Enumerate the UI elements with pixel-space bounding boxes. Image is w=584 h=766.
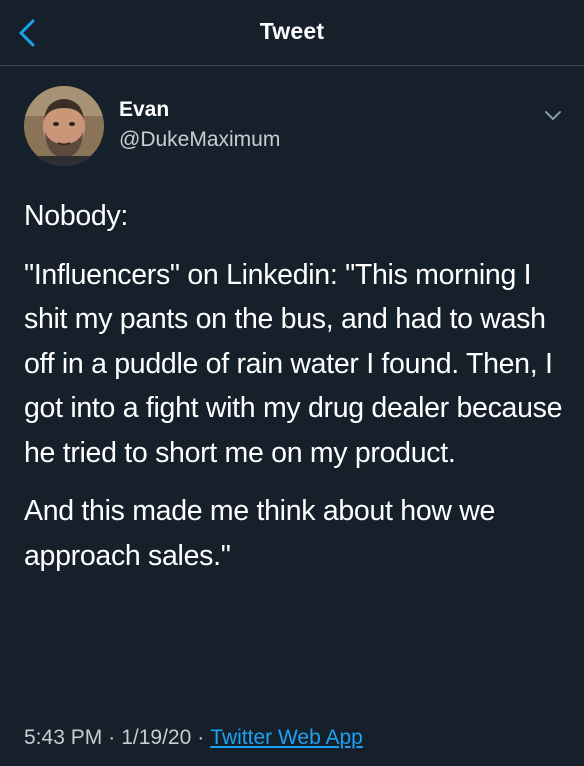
separator: · <box>108 726 116 749</box>
top-bar: Tweet <box>0 0 584 66</box>
tweet-date: 1/19/20 <box>121 726 192 749</box>
tweet-text: Nobody: "Influencers" on Linkedin: "This… <box>24 194 569 592</box>
tweet-source-link[interactable]: Twitter Web App <box>210 726 363 749</box>
chevron-down-icon <box>545 111 561 120</box>
avatar-image <box>24 86 104 166</box>
author-name[interactable]: Evan <box>119 98 169 122</box>
tweet-paragraph: "Influencers" on Linkedin: "This morning… <box>24 258 563 469</box>
tweet-time: 5:43 PM <box>24 726 103 749</box>
tweet-paragraph: And this made me think about how we appr… <box>24 495 496 572</box>
tweet-menu-button[interactable] <box>544 108 562 122</box>
page-title: Tweet <box>259 18 325 44</box>
tweet-metadata: 5:43 PM · 1/19/20 · Twitter Web App <box>24 726 363 750</box>
separator: · <box>197 726 205 749</box>
tweet-paragraph: Nobody: <box>24 200 129 232</box>
avatar[interactable] <box>24 86 104 166</box>
author-handle[interactable]: @DukeMaximum <box>119 128 280 152</box>
tweet-author: Evan @DukeMaximum <box>24 86 564 168</box>
